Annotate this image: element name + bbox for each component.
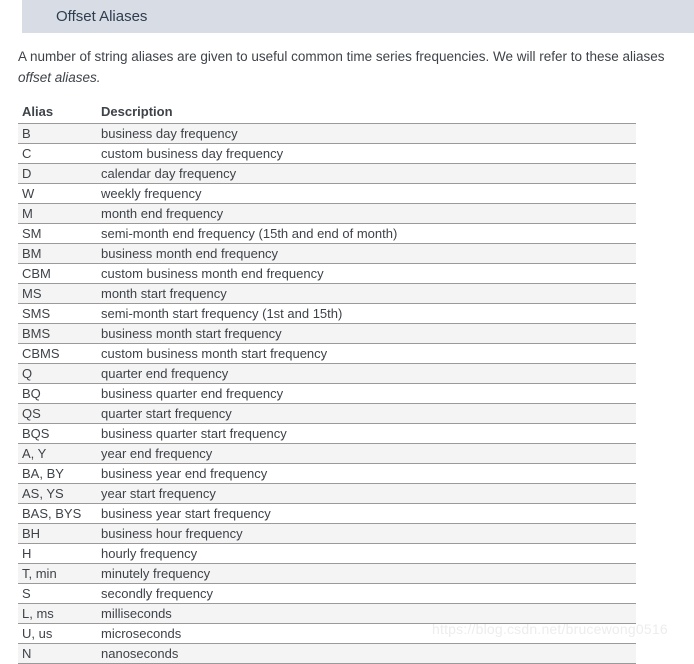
cell-alias: M (18, 203, 97, 224)
table-row: Hhourly frequency (18, 543, 636, 564)
cell-description: semi-month end frequency (15th and end o… (97, 223, 636, 244)
cell-alias: BAS, BYS (18, 503, 97, 524)
table-row: CBMS custom business month start frequenc… (18, 343, 636, 364)
cell-description: quarter end frequency (97, 363, 636, 384)
cell-alias: T, min (18, 563, 97, 584)
cell-alias: L, ms (18, 603, 97, 624)
cell-description: milliseconds (97, 603, 636, 624)
cell-description: business day frequency (97, 123, 636, 144)
table-row: Ssecondly frequency (18, 583, 636, 604)
cell-description: custom business month end frequency (97, 263, 636, 284)
cell-description: quarter start frequency (97, 403, 636, 424)
cell-alias: BMS (18, 323, 97, 344)
cell-description: business year start frequency (97, 503, 636, 524)
table-row: BQS business quarter start frequency (18, 423, 636, 444)
cell-alias: BH (18, 523, 97, 544)
table-row: CBM custom business month end frequency (18, 263, 636, 284)
table-row: Mmonth end frequency (18, 203, 636, 224)
cell-description: hourly frequency (97, 543, 636, 564)
cell-description: semi-month start frequency (1st and 15th… (97, 303, 636, 324)
cell-alias: B (18, 123, 97, 144)
offset-aliases-table: Alias Description Bbusiness day frequenc… (18, 103, 636, 664)
table-header-row: Alias Description (18, 103, 636, 124)
cell-description: month end frequency (97, 203, 636, 224)
column-header-description: Description (97, 103, 636, 124)
table-row: SM semi-month end frequency (15th and end… (18, 223, 636, 244)
cell-description: nanoseconds (97, 643, 636, 664)
cell-alias: CBM (18, 263, 97, 284)
intro-paragraph: A number of string aliases are given to … (18, 46, 694, 88)
cell-description: business month start frequency (97, 323, 636, 344)
cell-description: calendar day frequency (97, 163, 636, 184)
cell-alias: S (18, 583, 97, 604)
table-row: MS month start frequency (18, 283, 636, 304)
table-row: QS quarter start frequency (18, 403, 636, 424)
table-row: BAS, BYS business year start frequency (18, 503, 636, 524)
cell-alias: BQS (18, 423, 97, 444)
cell-alias: A, Y (18, 443, 97, 464)
cell-description: weekly frequency (97, 183, 636, 204)
cell-alias: Q (18, 363, 97, 384)
cell-alias: SMS (18, 303, 97, 324)
table-header: Alias Description (18, 103, 636, 124)
cell-alias: D (18, 163, 97, 184)
intro-line-2-emphasis: offset aliases. (18, 70, 101, 85)
table-row: AS, YS year start frequency (18, 483, 636, 504)
cell-description: custom business day frequency (97, 143, 636, 164)
intro-line-1: A number of string aliases are given to … (18, 49, 665, 64)
table-row: BA, BY business year end frequency (18, 463, 636, 484)
page-title: Offset Aliases (56, 8, 148, 25)
table-row: A, Yyear end frequency (18, 443, 636, 464)
column-header-alias: Alias (18, 103, 97, 124)
cell-alias: H (18, 543, 97, 564)
cell-alias: U, us (18, 623, 97, 644)
table-row: L, ms milliseconds (18, 603, 636, 624)
table-row: Wweekly frequency (18, 183, 636, 204)
cell-alias: QS (18, 403, 97, 424)
cell-description: business year end frequency (97, 463, 636, 484)
table-row: Dcalendar day frequency (18, 163, 636, 184)
cell-alias: SM (18, 223, 97, 244)
table-row: Ccustom business day frequency (18, 143, 636, 164)
cell-alias: BM (18, 243, 97, 264)
cell-alias: MS (18, 283, 97, 304)
table-row: T, min minutely frequency (18, 563, 636, 584)
section-header-bar: Offset Aliases (22, 0, 694, 33)
offset-aliases-table-container: Alias Description Bbusiness day frequenc… (18, 103, 636, 664)
cell-description: year start frequency (97, 483, 636, 504)
cell-description: secondly frequency (97, 583, 636, 604)
cell-alias: BA, BY (18, 463, 97, 484)
cell-description: year end frequency (97, 443, 636, 464)
table-row: Nnanoseconds (18, 643, 636, 664)
cell-alias: W (18, 183, 97, 204)
cell-description: month start frequency (97, 283, 636, 304)
cell-description: business hour frequency (97, 523, 636, 544)
table-row: BM business month end frequency (18, 243, 636, 264)
table-row: U, us microseconds (18, 623, 636, 644)
cell-alias: AS, YS (18, 483, 97, 504)
table-row: Qquarter end frequency (18, 363, 636, 384)
cell-description: business month end frequency (97, 243, 636, 264)
table-row: BMS business month start frequency (18, 323, 636, 344)
cell-description: minutely frequency (97, 563, 636, 584)
cell-alias: BQ (18, 383, 97, 404)
cell-alias: CBMS (18, 343, 97, 364)
table-row: Bbusiness day frequency (18, 123, 636, 144)
table-body: Bbusiness day frequency Ccustom business … (18, 123, 636, 664)
cell-alias: N (18, 643, 97, 664)
table-row: BH business hour frequency (18, 523, 636, 544)
cell-description: microseconds (97, 623, 636, 644)
table-row: BQ business quarter end frequency (18, 383, 636, 404)
table-row: SMS semi-month start frequency (1st and 1… (18, 303, 636, 324)
cell-description: business quarter end frequency (97, 383, 636, 404)
cell-description: business quarter start frequency (97, 423, 636, 444)
cell-alias: C (18, 143, 97, 164)
cell-description: custom business month start frequency (97, 343, 636, 364)
